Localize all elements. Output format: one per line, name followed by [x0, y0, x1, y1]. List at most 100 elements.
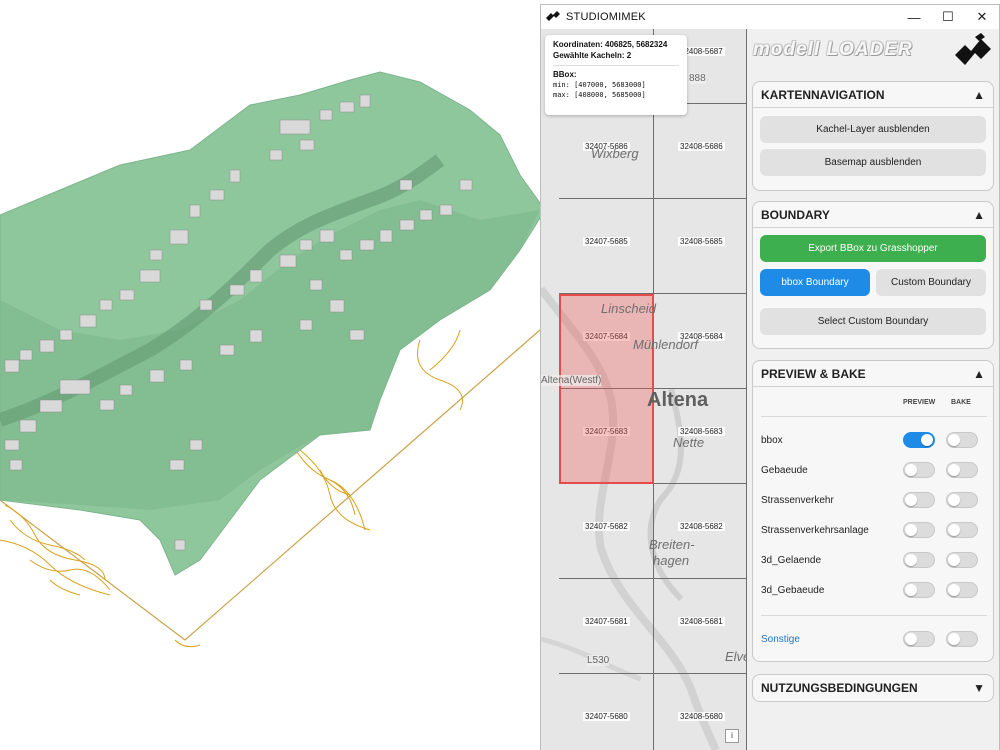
collapse-arrow-icon[interactable]: ▲: [973, 367, 985, 381]
layer-name: Strassenverkehrsanlage: [761, 524, 869, 536]
place-label: Elve: [725, 649, 747, 664]
bake-toggle[interactable]: [946, 552, 978, 568]
plugin-window: STUDIOMIMEK — ☐ ✕ 32407-568732408-568732…: [540, 4, 1000, 750]
tile-label: 32407-5682: [583, 522, 630, 531]
place-label: Linscheid: [601, 301, 656, 316]
card-header[interactable]: KARTENNAVIGATION ▲: [753, 82, 993, 108]
layer-name: Gebaeude: [761, 464, 808, 476]
brand-logo-icon: [955, 33, 991, 65]
map-tile[interactable]: 32408-5686: [654, 104, 747, 199]
toggle-knob: [948, 584, 960, 596]
tile-label: 32407-5681: [583, 617, 630, 626]
custom-boundary-button[interactable]: Custom Boundary: [876, 269, 986, 296]
coordinates-text: Koordinaten: 406825, 5682324: [553, 40, 668, 49]
map-tile[interactable]: 32407-5680: [559, 674, 654, 750]
header-divider: [761, 416, 987, 417]
place-label: Altena: [647, 389, 709, 411]
tile-label: 32408-5685: [678, 237, 725, 246]
card-boundary: BOUNDARY ▲ Export BBox zu Grasshopper bb…: [752, 201, 994, 349]
toggle-knob: [948, 434, 960, 446]
preview-toggle[interactable]: [903, 462, 935, 478]
tile-label: 32407-5685: [583, 237, 630, 246]
road-label: L530: [587, 655, 610, 666]
window-title: STUDIOMIMEK: [566, 11, 646, 23]
hide-basemap-button[interactable]: Basemap ausblenden: [760, 149, 986, 176]
preview-toggle[interactable]: [903, 582, 935, 598]
collapse-arrow-icon[interactable]: ▲: [973, 88, 985, 102]
coordinate-info-box: Koordinaten: 406825, 5682324 Gewählte Ka…: [545, 35, 687, 115]
preview-toggle[interactable]: [903, 492, 935, 508]
toggle-knob: [905, 494, 917, 506]
tile-label: 32408-5681: [678, 617, 725, 626]
screen: STUDIOMIMEK — ☐ ✕ 32407-568732408-568732…: [0, 0, 1000, 750]
toggle-knob: [905, 584, 917, 596]
map-tile[interactable]: 32407-5685: [559, 199, 654, 294]
place-label: Wixberg: [591, 146, 639, 161]
preview-toggle[interactable]: [903, 432, 935, 448]
expand-arrow-icon[interactable]: ▼: [973, 681, 985, 695]
bake-toggle[interactable]: [946, 492, 978, 508]
bbox-min: min: [407000, 5683000]: [553, 81, 646, 89]
info-divider: [553, 65, 679, 66]
card-nutzungsbedingungen: NUTZUNGSBEDINGUNGEN ▼: [752, 674, 994, 702]
window-controls: — ☐ ✕: [897, 5, 999, 29]
place-label: hagen: [653, 553, 690, 568]
bake-toggle[interactable]: [946, 582, 978, 598]
layer-name: Sonstige: [761, 633, 800, 645]
layer-name: Strassenverkehr: [761, 494, 834, 506]
card-header[interactable]: NUTZUNGSBEDINGUNGEN ▼: [753, 675, 993, 701]
card-header[interactable]: PREVIEW & BAKE ▲: [753, 361, 993, 387]
bake-toggle[interactable]: [946, 432, 978, 448]
map-info-button[interactable]: i: [725, 729, 739, 743]
app-logo-icon: [546, 11, 560, 21]
tile-label: 32408-5682: [678, 522, 725, 531]
toggle-knob: [921, 434, 933, 446]
layer-name: 3d_Gelaende: [761, 554, 822, 566]
selected-tiles-highlight: [559, 294, 654, 484]
map-tile[interactable]: 32407-5682: [559, 484, 654, 579]
card-title: NUTZUNGSBEDINGUNGEN: [761, 681, 918, 695]
selected-tiles-text: Gewählte Kacheln: 2: [553, 51, 632, 60]
bake-toggle[interactable]: [946, 522, 978, 538]
place-label: Mühlendorf: [633, 337, 699, 352]
tile-label: 32408-5686: [678, 142, 725, 151]
close-button[interactable]: ✕: [965, 5, 999, 29]
minimize-button[interactable]: —: [897, 5, 931, 29]
hide-tile-layer-button[interactable]: Kachel-Layer ausblenden: [760, 116, 986, 143]
preview-toggle[interactable]: [903, 631, 935, 647]
toggle-knob: [905, 633, 917, 645]
bbox-boundary-button[interactable]: bbox Boundary: [760, 269, 870, 296]
brand-title: modell LOADER: [753, 39, 913, 60]
bake-toggle[interactable]: [946, 462, 978, 478]
collapse-arrow-icon[interactable]: ▲: [973, 208, 985, 222]
toggle-knob: [948, 524, 960, 536]
card-title: BOUNDARY: [761, 207, 830, 222]
terrain-model: [0, 71, 546, 648]
bbox-max: max: [408000, 5685000]: [553, 91, 646, 99]
preview-toggle[interactable]: [903, 552, 935, 568]
card-preview-bake: PREVIEW & BAKE ▲ PREVIEW BAKE bbox Gebaeu…: [752, 360, 994, 662]
tile-map[interactable]: 32407-568732408-568732407-568632408-5686…: [541, 29, 747, 750]
title-bar[interactable]: STUDIOMIMEK — ☐ ✕: [541, 5, 999, 29]
toggle-knob: [948, 633, 960, 645]
toggle-knob: [905, 524, 917, 536]
card-kartennavigation: KARTENNAVIGATION ▲ Kachel-Layer ausblend…: [752, 81, 994, 191]
card-header[interactable]: BOUNDARY ▲: [753, 202, 993, 228]
layer-name: 3d_Gebaeude: [761, 584, 825, 596]
toggle-knob: [948, 554, 960, 566]
card-title: PREVIEW & BAKE: [761, 366, 866, 381]
select-custom-boundary-button[interactable]: Select Custom Boundary: [760, 308, 986, 335]
control-panel: modell LOADER KARTENNAVIGATION ▲ Kachel-…: [747, 29, 999, 750]
toggle-knob: [905, 464, 917, 476]
road-label: 888: [689, 73, 706, 84]
card-title: KARTENNAVIGATION: [761, 87, 885, 102]
place-label: Nette: [673, 435, 705, 450]
sonstige-divider: [761, 615, 987, 616]
export-bbox-button[interactable]: Export BBox zu Grasshopper: [760, 235, 986, 262]
map-tile[interactable]: 32408-5685: [654, 199, 747, 294]
preview-column-header: PREVIEW: [903, 399, 936, 406]
3d-viewport[interactable]: [0, 0, 546, 750]
bake-toggle[interactable]: [946, 631, 978, 647]
preview-toggle[interactable]: [903, 522, 935, 538]
maximize-button[interactable]: ☐: [931, 5, 965, 29]
